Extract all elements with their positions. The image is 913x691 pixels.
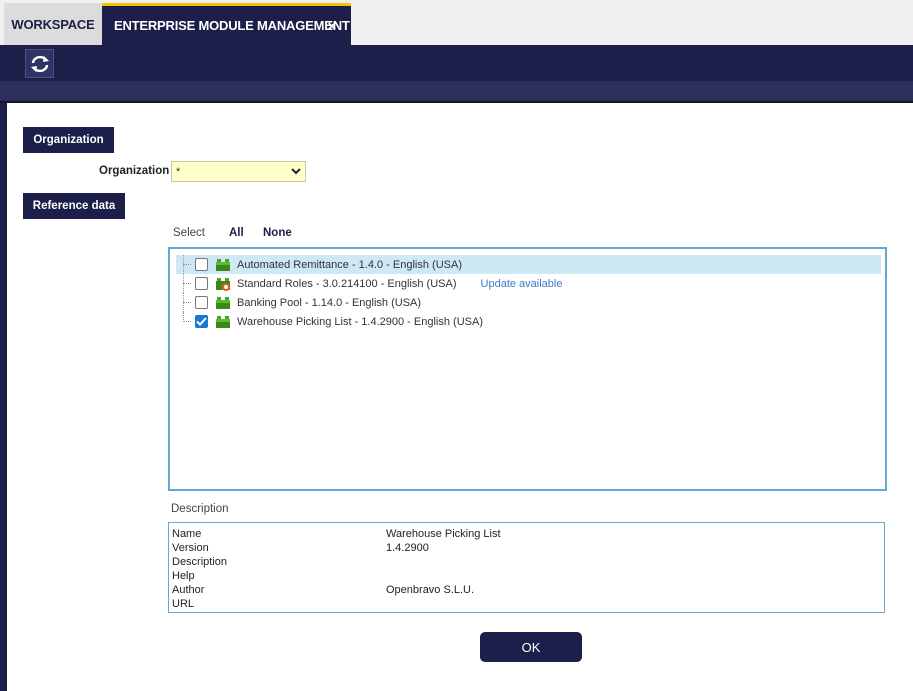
description-field-value: 1.4.2900 (386, 542, 429, 554)
module-update-icon (215, 277, 231, 291)
tree-row[interactable]: Standard Roles - 3.0.214100 - English (U… (176, 274, 881, 293)
description-panel: Name Warehouse Picking List Version 1.4.… (168, 522, 885, 613)
module-label: Warehouse Picking List - 1.4.2900 - Engl… (237, 315, 483, 328)
update-available-link[interactable]: Update available (481, 278, 563, 290)
tab-bar: WORKSPACE ENTERPRISE MODULE MANAGEMENT × (0, 0, 913, 45)
tree-connector (176, 312, 191, 331)
module-icon (215, 258, 231, 272)
tab-enterprise-module-management[interactable]: ENTERPRISE MODULE MANAGEMENT × (102, 3, 351, 45)
tree-connector (176, 274, 191, 293)
module-icon (215, 315, 231, 329)
chevron-down-icon (287, 168, 305, 175)
organization-field-label: Organization (99, 165, 170, 177)
description-field-name: Help (172, 570, 195, 582)
select-label: Select (173, 227, 205, 239)
description-title: Description (171, 503, 229, 515)
sub-toolbar (0, 81, 913, 103)
description-field-name: URL (172, 598, 195, 610)
check-icon (196, 317, 207, 326)
module-checkbox[interactable] (195, 315, 208, 328)
description-field-value: Warehouse Picking List (386, 528, 501, 540)
tab-workspace[interactable]: WORKSPACE (4, 3, 102, 45)
tree-row[interactable]: Banking Pool - 1.14.0 - English (USA) (176, 293, 881, 312)
organization-select[interactable]: * (171, 161, 306, 182)
tree-row[interactable]: Warehouse Picking List - 1.4.2900 - Engl… (176, 312, 881, 331)
select-all-link[interactable]: All (229, 227, 244, 239)
module-label: Automated Remittance - 1.4.0 - English (… (237, 258, 462, 271)
module-label: Standard Roles - 3.0.214100 - English (U… (237, 277, 457, 290)
description-field-value: Openbravo S.L.U. (386, 584, 475, 596)
reference-data-tree[interactable]: Automated Remittance - 1.4.0 - English (… (168, 247, 887, 491)
ok-button[interactable]: OK (480, 632, 582, 662)
tree-row[interactable]: Automated Remittance - 1.4.0 - English (… (176, 255, 881, 274)
module-checkbox[interactable] (195, 258, 208, 271)
tree-connector (176, 255, 191, 274)
module-label: Banking Pool - 1.14.0 - English (USA) (237, 296, 422, 309)
organization-section-button[interactable]: Organization (23, 127, 114, 153)
select-none-link[interactable]: None (263, 227, 292, 239)
close-icon[interactable]: × (327, 18, 336, 35)
module-icon (215, 296, 231, 310)
tab-label: ENTERPRISE MODULE MANAGEMENT (114, 18, 350, 33)
organization-select-value: * (176, 165, 181, 178)
module-checkbox[interactable] (195, 277, 208, 290)
description-field-name: Name (172, 528, 202, 540)
description-field-name: Author (172, 584, 205, 596)
reference-data-section-button[interactable]: Reference data (23, 193, 125, 219)
refresh-icon (30, 55, 49, 72)
module-checkbox[interactable] (195, 296, 208, 309)
refresh-button[interactable] (25, 49, 54, 78)
tree-connector (176, 293, 191, 312)
description-field-name: Version (172, 542, 209, 554)
description-field-name: Description (172, 556, 228, 568)
toolbar (0, 45, 913, 81)
